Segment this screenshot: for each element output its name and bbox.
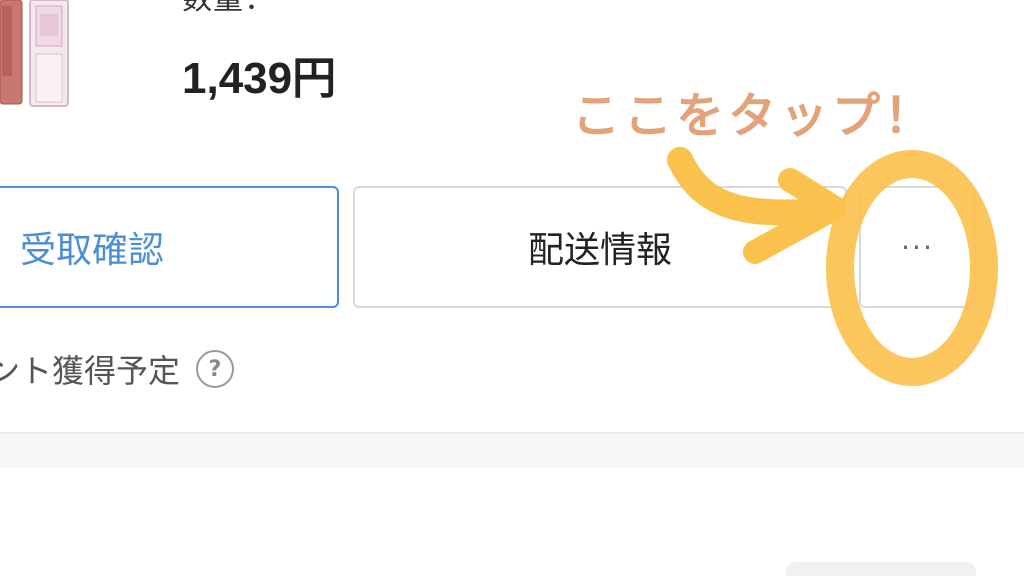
product-thumbnail — [0, 0, 69, 107]
product-price: 1,439円 — [182, 54, 337, 103]
help-icon[interactable]: ? — [196, 350, 235, 388]
more-options-button[interactable]: ··· — [859, 186, 976, 308]
shipping-info-button[interactable]: 配送情報 — [353, 186, 847, 308]
points-label: ント獲得予定 — [0, 352, 181, 390]
points-row: ント獲得予定 ? — [0, 346, 235, 392]
confirm-receipt-button[interactable]: 受取確認 — [0, 186, 339, 308]
section-divider — [0, 432, 1024, 468]
ellipsis-icon: ··· — [901, 230, 934, 264]
annotation-text: ここをタップ！ — [572, 88, 937, 144]
bottom-partial-element — [786, 562, 976, 576]
order-detail-screen: 数量： 1,439円 受取確認 配送情報 ··· ント獲得予定 ? ここをタップ… — [0, 0, 1024, 576]
quantity-label: 数量： — [182, 0, 275, 18]
